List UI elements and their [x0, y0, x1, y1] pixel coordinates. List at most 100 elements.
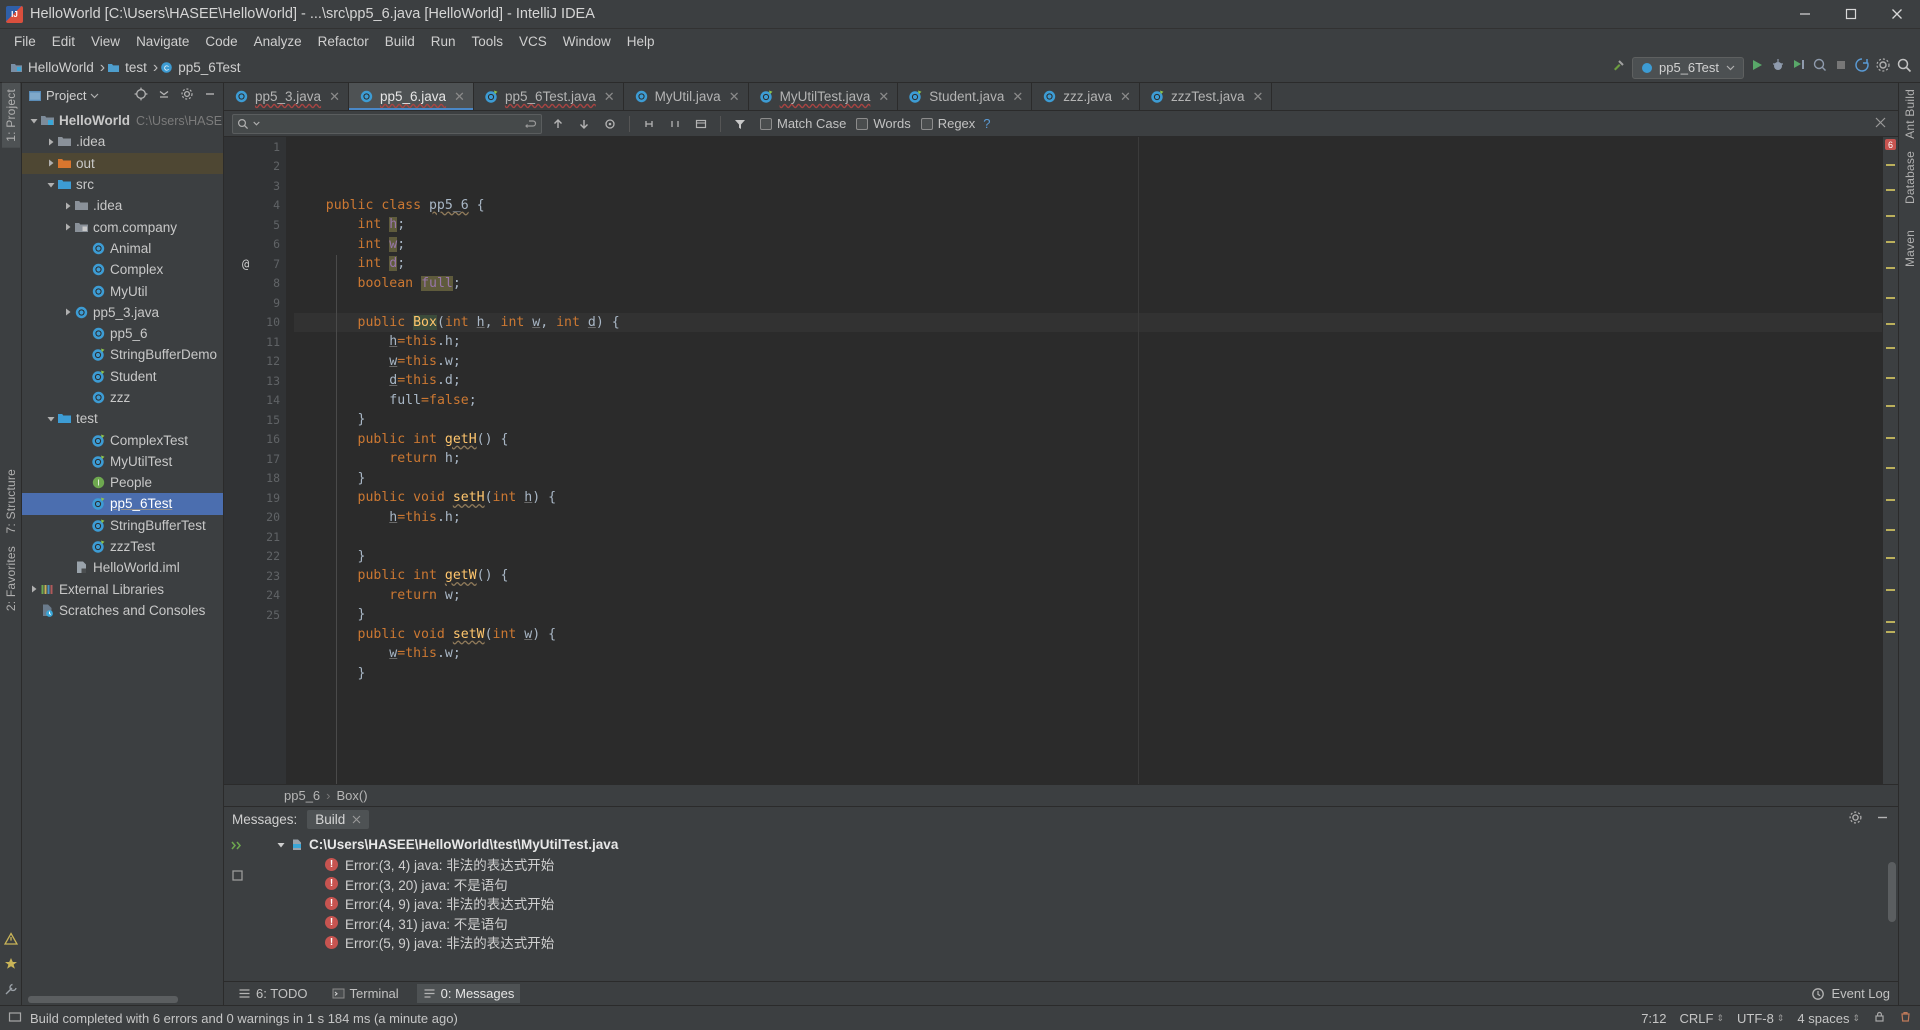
code-line-25[interactable]: }: [294, 664, 1882, 684]
breadcrumb-test[interactable]: test: [105, 59, 153, 76]
search-everywhere-icon[interactable]: [1896, 57, 1912, 78]
menu-item-file[interactable]: File: [6, 32, 44, 51]
menu-item-edit[interactable]: Edit: [44, 32, 83, 51]
tree-node-toggle[interactable]: [62, 201, 74, 211]
code-line-11[interactable]: full=false;: [294, 391, 1882, 411]
code-line-8[interactable]: h=this.h;: [294, 332, 1882, 352]
editor-tab-myutiltest-java[interactable]: MyUtilTest.java ✕: [749, 83, 899, 110]
stripe-warning-mark[interactable]: [1886, 467, 1895, 469]
menu-item-vcs[interactable]: VCS: [511, 32, 555, 51]
tree-node-toggle[interactable]: [28, 584, 40, 594]
profile-button[interactable]: [1812, 57, 1828, 78]
messages-error-row[interactable]: ! Error:(4, 9) java: 非法的表达式开始: [250, 894, 1898, 914]
close-button[interactable]: [1874, 0, 1920, 29]
stripe-warning-mark[interactable]: [1886, 189, 1895, 191]
tree-node-stringbufferdemo[interactable]: StringBufferDemo: [22, 344, 223, 365]
breadcrumb-method-name[interactable]: Box(): [337, 788, 368, 803]
stripe-warning-mark[interactable]: [1886, 297, 1895, 299]
breadcrumb-class-name[interactable]: pp5_6: [284, 788, 320, 803]
gutter-line-10[interactable]: 10: [224, 313, 286, 333]
tool-window-maven[interactable]: Maven: [1901, 224, 1919, 273]
error-stripe[interactable]: 6: [1882, 137, 1898, 784]
tree-node-stringbuffertest[interactable]: StringBufferTest: [22, 515, 223, 536]
indent-selector[interactable]: 4 spaces ⇕: [1797, 1011, 1860, 1026]
menu-item-analyze[interactable]: Analyze: [246, 32, 310, 51]
lock-icon[interactable]: [1873, 1010, 1886, 1026]
locate-target-icon[interactable]: [134, 87, 148, 104]
tree-node-pp5-6[interactable]: pp5_6: [22, 323, 223, 344]
stripe-warning-mark[interactable]: [1886, 437, 1895, 439]
gutter-line-21[interactable]: 21: [224, 527, 286, 547]
stop-button[interactable]: [1833, 57, 1849, 78]
code-editor[interactable]: 1 2 3 4 5 6 @7 8 9 10 11 12 13 14 15 16 17 18 19 20 21 22 23 24…: [224, 137, 1898, 784]
tree-node-out[interactable]: out: [22, 152, 223, 174]
close-icon[interactable]: ✕: [1120, 89, 1131, 105]
editor-gutter[interactable]: 1 2 3 4 5 6 @7 8 9 10 11 12 13 14 15 16 17 18 19 20 21 22 23 24…: [224, 137, 286, 784]
tree-node-helloworld-iml[interactable]: HelloWorld.iml: [22, 557, 223, 578]
code-line-1[interactable]: public class pp5_6 {: [294, 196, 1882, 216]
gutter-line-23[interactable]: 23: [224, 566, 286, 586]
code-line-17[interactable]: h=this.h;: [294, 508, 1882, 528]
tree-node-toggle[interactable]: [45, 180, 57, 190]
error-count-badge[interactable]: 6: [1885, 139, 1896, 150]
tree-node-test[interactable]: test: [22, 408, 223, 429]
code-line-23[interactable]: public void setW(int w) {: [294, 625, 1882, 645]
gear-icon[interactable]: [180, 87, 194, 104]
regex-help-link[interactable]: ?: [983, 116, 990, 131]
override-marker-icon[interactable]: @: [242, 257, 249, 271]
stripe-warning-mark[interactable]: [1886, 499, 1895, 501]
gutter-line-15[interactable]: 15: [224, 410, 286, 430]
collapse-all-icon[interactable]: [230, 868, 245, 888]
editor-tab-zzztest-java[interactable]: zzzTest.java ✕: [1140, 83, 1273, 110]
code-line-20[interactable]: public int getW() {: [294, 566, 1882, 586]
editor-tab-pp5-6test-java[interactable]: pp5_6Test.java ✕: [474, 83, 624, 110]
run-configuration-selector[interactable]: pp5_6Test: [1632, 56, 1744, 79]
tree-node-complex[interactable]: Complex: [22, 259, 223, 280]
regex-checkbox[interactable]: Regex: [920, 116, 975, 131]
tree-node-animal[interactable]: Animal: [22, 238, 223, 259]
menu-item-refactor[interactable]: Refactor: [310, 32, 377, 51]
menu-item-build[interactable]: Build: [377, 32, 423, 51]
bottom-tab-terminal[interactable]: Terminal: [326, 984, 405, 1003]
editor-tab-pp5-6-java[interactable]: pp5_6.java ✕: [348, 83, 474, 110]
select-all-occurrences-icon[interactable]: [600, 114, 620, 134]
code-line-10[interactable]: d=this.d;: [294, 371, 1882, 391]
stripe-warning-mark[interactable]: [1886, 589, 1895, 591]
expand-all-icon[interactable]: [230, 838, 245, 858]
gutter-line-25[interactable]: 25: [224, 605, 286, 625]
gutter-line-5[interactable]: 5: [224, 215, 286, 235]
code-line-21[interactable]: return w;: [294, 586, 1882, 606]
tree-horizontal-scrollbar[interactable]: [28, 996, 178, 1003]
tree-node--idea[interactable]: .idea: [22, 131, 223, 152]
code-line-13[interactable]: public int getH() {: [294, 430, 1882, 450]
menu-item-run[interactable]: Run: [423, 32, 464, 51]
editor-tab-myutil-java[interactable]: MyUtil.java ✕: [624, 83, 749, 110]
settings-icon[interactable]: [1875, 57, 1891, 78]
close-icon[interactable]: ✕: [729, 89, 740, 105]
hide-messages-panel-icon[interactable]: [1875, 810, 1890, 830]
tree-node-toggle[interactable]: [62, 307, 74, 317]
event-log-button[interactable]: Event Log: [1811, 986, 1890, 1001]
words-checkbox[interactable]: Words: [856, 116, 911, 131]
tree-node-helloworld[interactable]: HelloWorld C:\Users\HASE: [22, 110, 223, 131]
tree-node-com-company[interactable]: com.company: [22, 216, 223, 237]
code-line-2[interactable]: int h;: [294, 215, 1882, 235]
editor-tab-pp5-3-java[interactable]: pp5_3.java ✕: [224, 83, 349, 110]
code-line-12[interactable]: }: [294, 410, 1882, 430]
stripe-warning-mark[interactable]: [1886, 557, 1895, 559]
stripe-warning-mark[interactable]: [1886, 621, 1895, 623]
close-icon[interactable]: ✕: [878, 89, 889, 105]
messages-error-row[interactable]: ! Error:(5, 9) java: 非法的表达式开始: [250, 933, 1898, 953]
open-in-find-window-icon[interactable]: [691, 114, 711, 134]
code-line-9[interactable]: w=this.w;: [294, 352, 1882, 372]
gutter-line-17[interactable]: 17: [224, 449, 286, 469]
bottom-tab-6-todo[interactable]: 6: TODO: [232, 984, 314, 1003]
messages-list[interactable]: C:\Users\HASEE\HelloWorld\test\MyUtilTes…: [250, 832, 1898, 981]
stripe-warning-mark[interactable]: [1886, 323, 1895, 325]
close-find-bar-button[interactable]: [1875, 116, 1890, 131]
breadcrumb-class[interactable]: C pp5_6Test: [158, 59, 246, 76]
stripe-warning-mark[interactable]: [1886, 241, 1895, 243]
gutter-line-2[interactable]: 2: [224, 157, 286, 177]
stripe-warning-mark[interactable]: [1886, 405, 1895, 407]
hide-panel-icon[interactable]: [203, 87, 217, 104]
